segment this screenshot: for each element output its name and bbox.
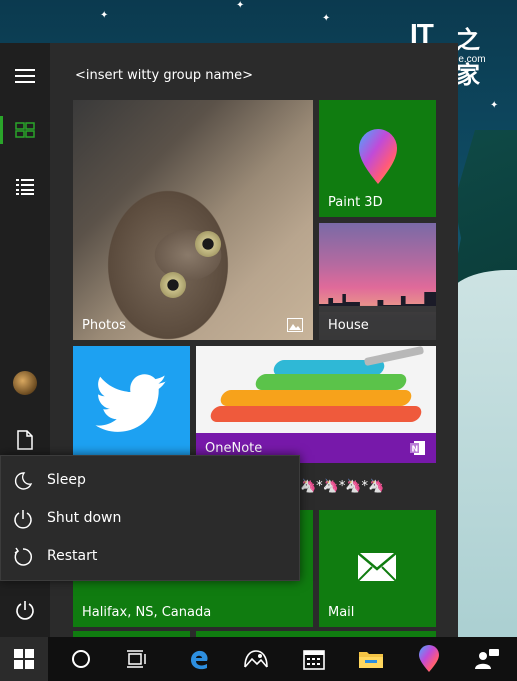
file-explorer-button[interactable]: [347, 637, 395, 681]
power-button[interactable]: [0, 590, 50, 630]
cortana-button[interactable]: [57, 637, 105, 681]
photos-app-icon: [244, 650, 268, 668]
people-icon: [475, 649, 499, 669]
document-icon: [17, 430, 33, 450]
tiles-icon: [15, 122, 35, 138]
user-avatar: [13, 371, 37, 395]
menu-item-label: Shut down: [47, 510, 122, 526]
menu-item-label: Sleep: [47, 472, 86, 488]
tiles-view-button[interactable]: [0, 110, 50, 150]
tile-mail[interactable]: Mail: [319, 510, 436, 627]
tile-paint3d[interactable]: Paint 3D: [319, 100, 436, 217]
file-explorer-icon: [359, 652, 383, 668]
color-stroke: [208, 406, 424, 422]
moon-icon: [14, 472, 33, 490]
sleep-menu-item[interactable]: Sleep: [1, 462, 299, 500]
tile-house[interactable]: House: [319, 223, 436, 340]
cortana-search-icon: [72, 650, 90, 668]
color-stroke: [253, 374, 409, 390]
cat-eye: [195, 231, 221, 257]
twitter-bird-icon: [95, 374, 167, 432]
star: ✦: [490, 100, 499, 111]
photos-badge-icon: [287, 318, 303, 332]
paint3d-taskbar-button[interactable]: [405, 637, 453, 681]
edge-icon: [191, 650, 208, 670]
restart-menu-item[interactable]: Restart: [1, 538, 299, 576]
svg-text:N: N: [412, 445, 419, 454]
paint3d-icon: [359, 129, 397, 184]
tile-group-name[interactable]: <insert witty group name>: [75, 68, 253, 83]
menu-item-label: Restart: [47, 548, 98, 564]
shutdown-menu-item[interactable]: Shut down: [1, 500, 299, 538]
photos-app-button[interactable]: [232, 637, 280, 681]
all-apps-button[interactable]: [0, 167, 50, 207]
tile-label: Photos: [82, 318, 126, 333]
mail-icon: [358, 553, 396, 581]
hamburger-button[interactable]: [0, 56, 50, 96]
start-windows-icon: [14, 649, 34, 669]
calendar-icon: [303, 650, 325, 670]
people-button[interactable]: [463, 637, 511, 681]
tile-label: Mail: [328, 605, 355, 620]
all-apps-list-icon: [16, 179, 34, 195]
tile-label: Halifax, NS, Canada: [82, 605, 212, 620]
tile-group-name-2[interactable]: 🦄*🦄*🦄*🦄: [300, 479, 384, 494]
tile-label: OneNote: [205, 441, 263, 456]
start-button[interactable]: [0, 637, 48, 681]
tile-onenote[interactable]: N OneNote: [196, 346, 436, 463]
star: ✦: [236, 0, 245, 11]
hamburger-icon: [15, 69, 35, 83]
edge-button[interactable]: [175, 637, 223, 681]
cat-eye: [160, 272, 186, 298]
tile-twitter[interactable]: [73, 346, 190, 463]
power-icon: [14, 510, 32, 529]
tile-photos[interactable]: Photos: [73, 100, 313, 340]
star: ✦: [322, 13, 331, 24]
paint3d-icon: [419, 645, 439, 672]
taskbar: [0, 637, 517, 681]
tile-label: Paint 3D: [328, 195, 383, 210]
tile-label: House: [328, 318, 369, 333]
calendar-button[interactable]: [290, 637, 338, 681]
color-stroke: [218, 390, 414, 406]
star: ✦: [100, 10, 109, 21]
user-account-button[interactable]: [0, 363, 50, 403]
onenote-badge-icon: N: [410, 441, 425, 455]
cat-photo: [73, 100, 313, 340]
restart-icon: [14, 547, 32, 566]
power-icon: [16, 601, 34, 620]
task-view-icon: [127, 650, 146, 668]
power-menu: Sleep Shut down Restart: [0, 455, 300, 581]
documents-button[interactable]: [0, 420, 50, 460]
task-view-button[interactable]: [113, 637, 161, 681]
